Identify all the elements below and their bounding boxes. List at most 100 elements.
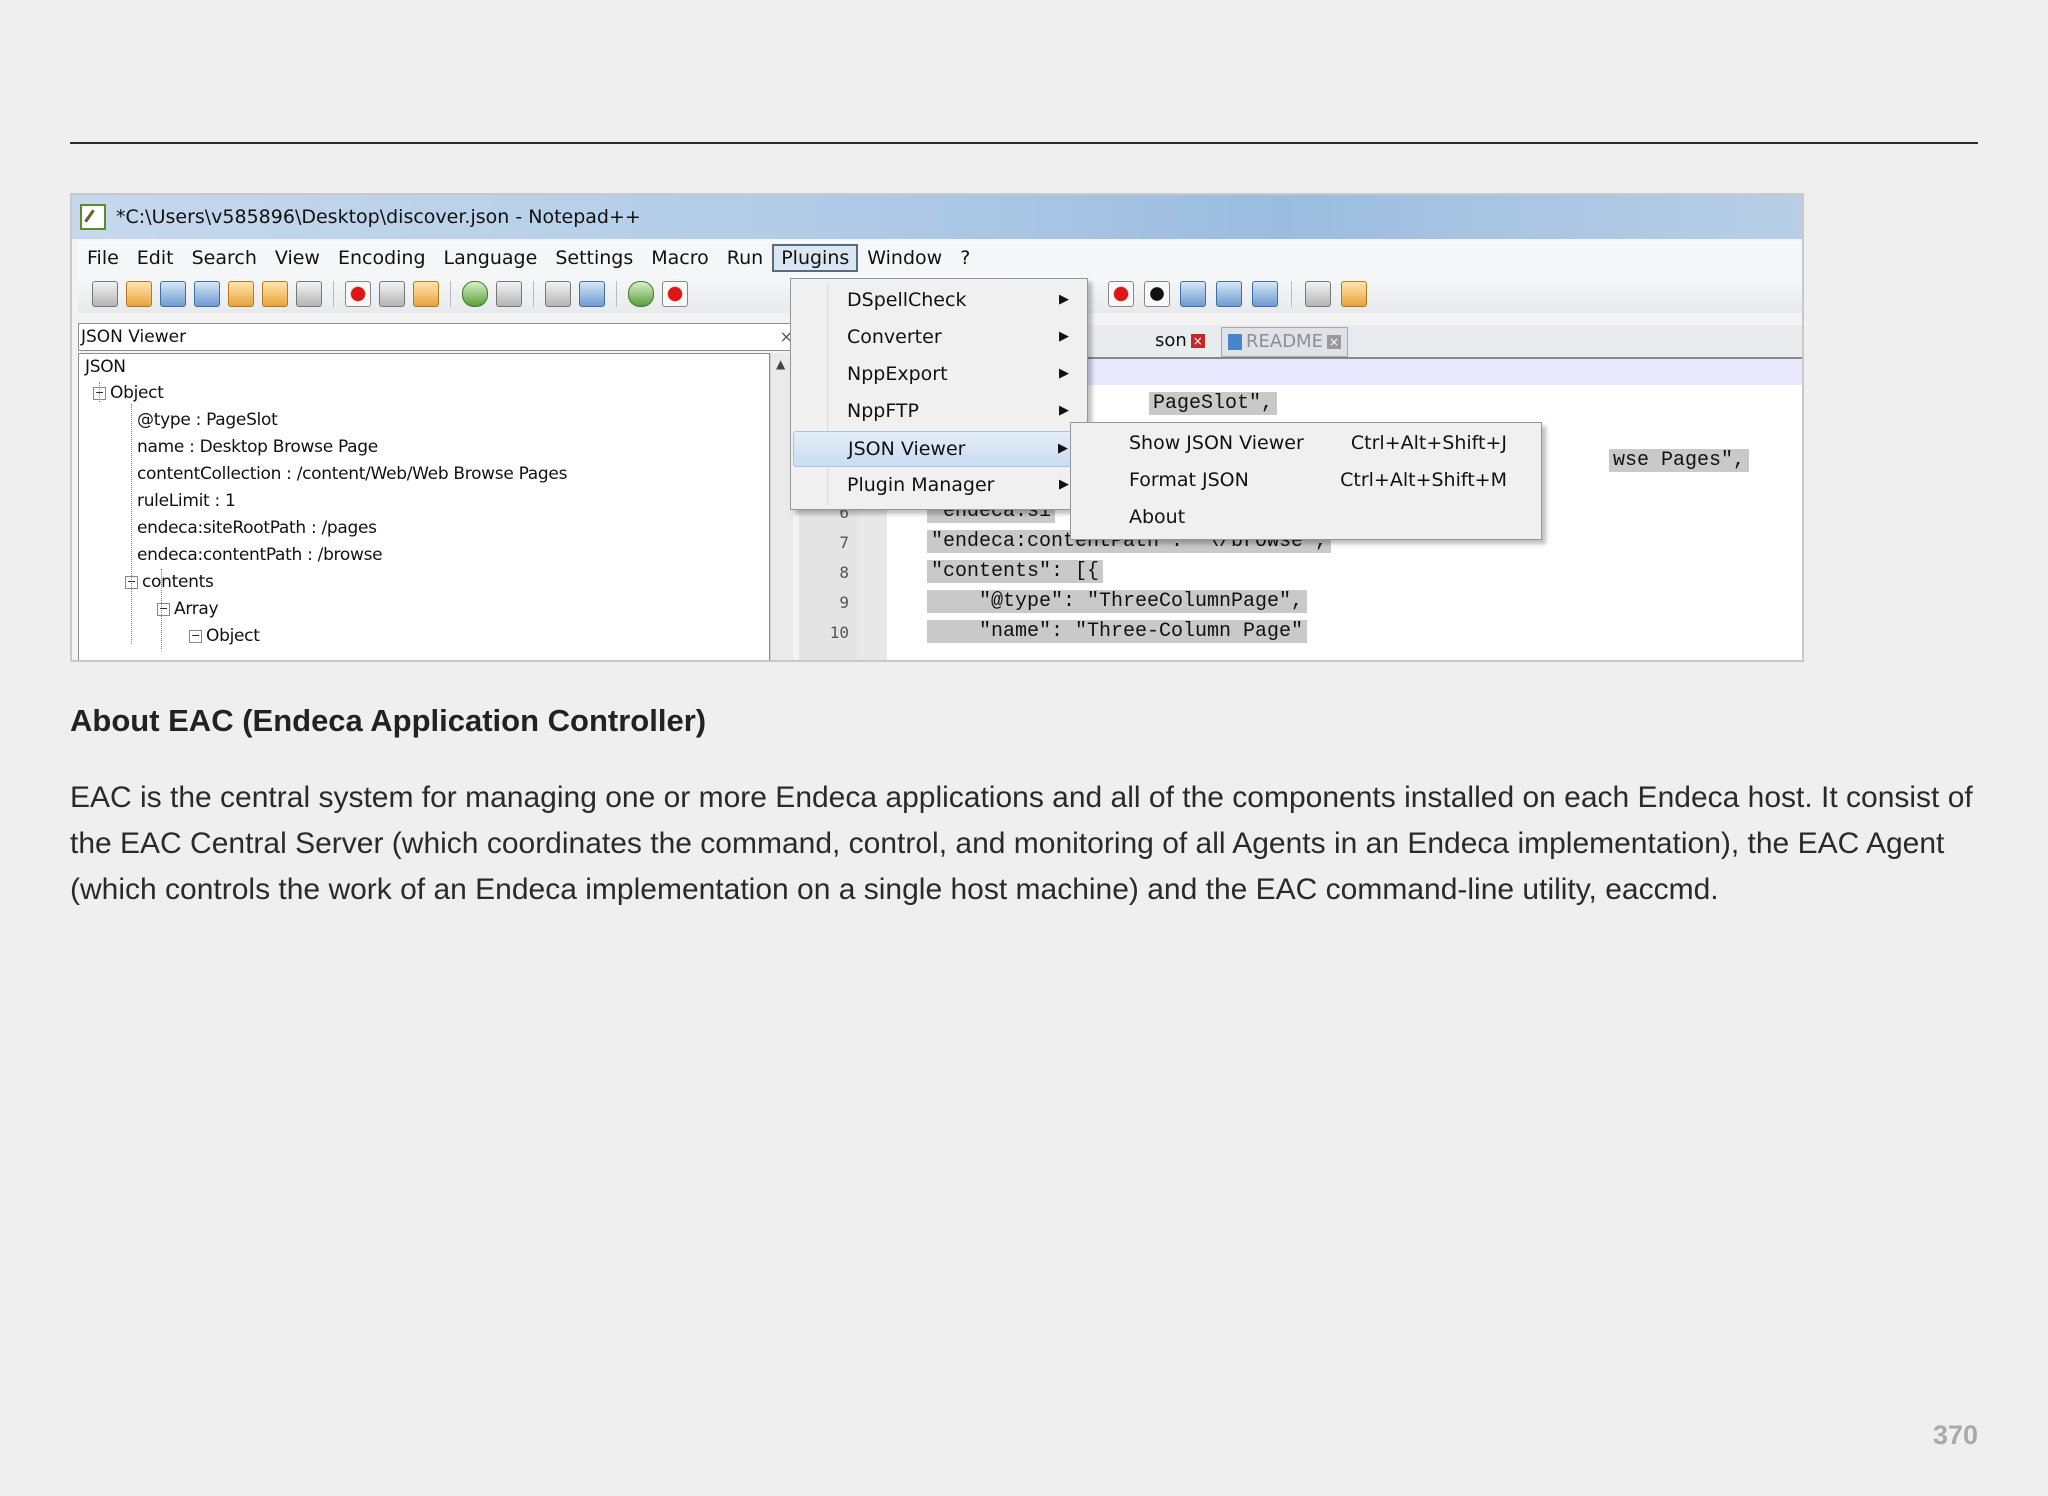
undo-icon[interactable] bbox=[462, 281, 488, 307]
shortcut-label: Ctrl+Alt+Shift+M bbox=[1340, 469, 1507, 491]
save-all-icon[interactable] bbox=[194, 281, 220, 307]
menu-macro[interactable]: Macro bbox=[642, 245, 718, 271]
menu-plugins[interactable]: Plugins bbox=[772, 244, 859, 272]
json-viewer-panel-header: JSON Viewer × bbox=[78, 323, 798, 351]
tree-node[interactable]: ruleLimit : 1 bbox=[137, 488, 236, 514]
submenu-arrow-icon: ▶ bbox=[1059, 329, 1069, 344]
menu-edit[interactable]: Edit bbox=[128, 245, 183, 271]
zoom-out-icon[interactable] bbox=[662, 281, 688, 307]
stop-record-icon[interactable] bbox=[1144, 281, 1170, 307]
menu-search[interactable]: Search bbox=[183, 245, 266, 271]
save-macro-icon[interactable] bbox=[1252, 281, 1278, 307]
submenu-arrow-icon: ▶ bbox=[1059, 366, 1069, 381]
tree-node[interactable]: endeca:contentPath : /browse bbox=[137, 542, 383, 568]
menu-item-json-viewer[interactable]: JSON Viewer ▶ bbox=[793, 431, 1085, 467]
toolbar-separator bbox=[533, 281, 534, 307]
menu-item-about[interactable]: About bbox=[1071, 499, 1541, 535]
menu-file[interactable]: File bbox=[78, 245, 128, 271]
save-icon[interactable] bbox=[160, 281, 186, 307]
paste-icon[interactable] bbox=[413, 281, 439, 307]
menu-item-plugin-manager[interactable]: Plugin Manager ▶ bbox=[793, 468, 1085, 502]
menu-encoding[interactable]: Encoding bbox=[329, 245, 435, 271]
collapse-icon[interactable]: − bbox=[125, 575, 138, 589]
tree-node[interactable]: @type : PageSlot bbox=[137, 407, 278, 433]
menu-item-converter[interactable]: Converter ▶ bbox=[793, 320, 1085, 354]
line-number: 10 bbox=[829, 623, 849, 642]
new-file-icon[interactable] bbox=[92, 281, 118, 307]
menu-item-nppftp[interactable]: NppFTP ▶ bbox=[793, 394, 1085, 428]
tree-node[interactable]: JSON bbox=[85, 354, 126, 380]
open-file-icon[interactable] bbox=[126, 281, 152, 307]
tree-node[interactable]: − Object bbox=[93, 380, 164, 406]
menu-language[interactable]: Language bbox=[435, 245, 547, 271]
page-number: 370 bbox=[1932, 1420, 1978, 1450]
scroll-up-icon[interactable]: ▲ bbox=[776, 357, 785, 371]
section-heading: About EAC (Endeca Application Controller… bbox=[70, 703, 707, 738]
menu-item-show-json-viewer[interactable]: Show JSON Viewer Ctrl+Alt+Shift+J bbox=[1071, 425, 1541, 461]
zoom-in-icon[interactable] bbox=[628, 281, 654, 307]
code-line: PageSlot", bbox=[1149, 392, 1278, 415]
menu-item-dspellcheck[interactable]: DSpellCheck ▶ bbox=[793, 283, 1085, 317]
window-titlebar: *C:\Users\v585896\Desktop\discover.json … bbox=[72, 195, 1802, 239]
line-number: 7 bbox=[839, 533, 849, 552]
tree-node[interactable]: name : Desktop Browse Page bbox=[137, 434, 378, 460]
shortcut-label: Ctrl+Alt+Shift+J bbox=[1350, 432, 1507, 454]
collapse-icon[interactable]: − bbox=[189, 629, 202, 643]
close-tab-icon[interactable]: × bbox=[1190, 334, 1205, 348]
line-number: 9 bbox=[839, 593, 849, 612]
notepad-screenshot: *C:\Users\v585896\Desktop\discover.json … bbox=[70, 193, 1804, 662]
play-macro-icon[interactable] bbox=[1180, 281, 1206, 307]
code-line: "contents": [{ bbox=[927, 560, 1104, 583]
copy-icon[interactable] bbox=[379, 281, 405, 307]
menu-run[interactable]: Run bbox=[718, 245, 772, 271]
close-all-icon[interactable] bbox=[262, 281, 288, 307]
json-tree: JSON − Object @type : PageSlot name : Des… bbox=[78, 353, 770, 660]
toolbar-separator bbox=[1291, 281, 1292, 307]
line-number: 8 bbox=[839, 563, 849, 582]
code-line: wse Pages", bbox=[1609, 449, 1750, 472]
menu-view[interactable]: View bbox=[266, 245, 329, 271]
top-divider bbox=[70, 142, 1978, 144]
plugin-icon[interactable] bbox=[1341, 281, 1367, 307]
plugins-dropdown-menu: DSpellCheck ▶ Converter ▶ NppExport ▶ NppFT… bbox=[790, 278, 1088, 510]
tab-discover-json[interactable]: son × bbox=[1149, 327, 1211, 355]
spell-check-icon[interactable] bbox=[1305, 281, 1331, 307]
toolbar-macro-group bbox=[1108, 275, 1367, 313]
collapse-icon[interactable]: − bbox=[157, 602, 170, 616]
tree-node[interactable]: − Object bbox=[189, 623, 260, 649]
cut-icon[interactable] bbox=[345, 281, 371, 307]
submenu-arrow-icon: ▶ bbox=[1059, 403, 1069, 418]
close-icon[interactable] bbox=[228, 281, 254, 307]
tree-node[interactable]: − Array bbox=[157, 596, 219, 622]
tab-readme[interactable]: README × bbox=[1221, 327, 1348, 357]
menu-item-format-json[interactable]: Format JSON Ctrl+Alt+Shift+M bbox=[1071, 462, 1541, 498]
toolbar-separator bbox=[333, 281, 334, 307]
replace-icon[interactable] bbox=[579, 281, 605, 307]
menu-window[interactable]: Window bbox=[858, 245, 951, 271]
find-icon[interactable] bbox=[545, 281, 571, 307]
window-title: *C:\Users\v585896\Desktop\discover.json … bbox=[116, 206, 641, 228]
code-line: "name": "Three-Column Page" bbox=[927, 620, 1308, 643]
submenu-arrow-icon: ▶ bbox=[1058, 441, 1068, 456]
print-icon[interactable] bbox=[296, 281, 322, 307]
menu-bar: File Edit Search View Encoding Language … bbox=[78, 241, 1802, 274]
close-tab-icon[interactable]: × bbox=[1326, 335, 1341, 349]
record-macro-icon[interactable] bbox=[1108, 281, 1134, 307]
json-viewer-submenu: Show JSON Viewer Ctrl+Alt+Shift+J Format … bbox=[1070, 422, 1542, 540]
file-icon bbox=[1228, 334, 1242, 350]
tree-node[interactable]: contentCollection : /content/Web/Web Bro… bbox=[137, 461, 567, 487]
menu-help[interactable]: ? bbox=[951, 245, 979, 271]
json-viewer-panel-title: JSON Viewer bbox=[81, 327, 187, 347]
toolbar-separator bbox=[450, 281, 451, 307]
run-macro-multiple-icon[interactable] bbox=[1216, 281, 1242, 307]
tree-node[interactable]: − contents bbox=[125, 569, 214, 595]
menu-settings[interactable]: Settings bbox=[546, 245, 642, 271]
tree-connector bbox=[131, 404, 132, 644]
body-paragraph: EAC is the central system for managing o… bbox=[70, 781, 1973, 906]
submenu-arrow-icon: ▶ bbox=[1059, 292, 1069, 307]
tree-node[interactable]: endeca:siteRootPath : /pages bbox=[137, 515, 377, 541]
menu-item-nppexport[interactable]: NppExport ▶ bbox=[793, 357, 1085, 391]
redo-icon[interactable] bbox=[496, 281, 522, 307]
code-line: "@type": "ThreeColumnPage", bbox=[927, 590, 1308, 613]
collapse-icon[interactable]: − bbox=[93, 386, 106, 400]
